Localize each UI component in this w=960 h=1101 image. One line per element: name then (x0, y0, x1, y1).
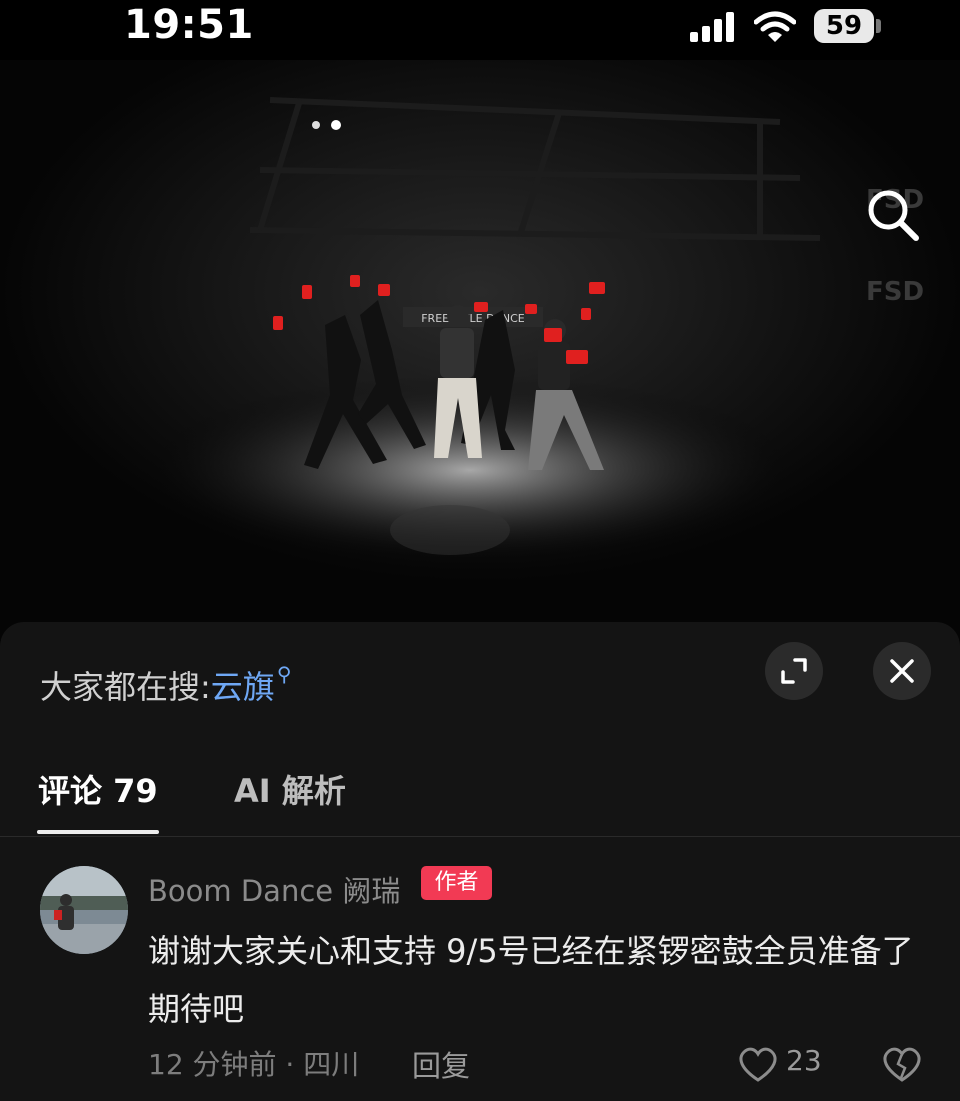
comment-sheet: 大家都在搜:云旗 ⚲ 评论 79 AI 解析 Boom Dance 阙瑞 作者 … (0, 622, 960, 1101)
like-count: 23 (786, 1044, 822, 1077)
tab-comments[interactable]: 评论 79 (38, 766, 158, 812)
wall-logo-2: FSD (866, 277, 924, 307)
battery-indicator: 59 (814, 9, 874, 43)
avatar[interactable] (40, 866, 128, 954)
tab-ai-analysis[interactable]: AI 解析 (234, 766, 346, 812)
comment-text: 谢谢大家关心和支持 9/5号已经在紧锣密鼓全员准备了 期待吧 (148, 932, 914, 1028)
trending-search[interactable]: 大家都在搜:云旗 ⚲ (40, 662, 291, 708)
dislike-heart-icon[interactable] (880, 1044, 924, 1084)
active-tab-indicator (37, 830, 159, 834)
author-badge: 作者 (421, 866, 492, 900)
status-bar: 19:51 59 (0, 0, 960, 60)
expand-button[interactable] (765, 642, 823, 700)
comment-tabs: 评论 79 AI 解析 (0, 762, 960, 837)
close-button[interactable] (873, 642, 931, 700)
cellular-signal-icon (690, 12, 734, 42)
keyword-search-icon: ⚲ (276, 662, 292, 686)
wifi-icon (754, 11, 796, 42)
comment-item: Boom Dance 阙瑞 作者 谢谢大家关心和支持 9/5号已经在紧锣密鼓全员… (0, 838, 960, 1101)
trending-keyword[interactable]: 云旗 (211, 668, 275, 706)
avatar-image (40, 866, 128, 954)
video-player[interactable]: FREESTYLE DANCE FSD FSD (0, 60, 960, 640)
like-heart-icon[interactable] (736, 1044, 780, 1084)
comment-meta: 12 分钟前 · 四川 (148, 1048, 360, 1081)
status-time: 19:51 (124, 2, 254, 48)
video-banner-text: FREESTYLE DANCE (421, 312, 525, 325)
search-icon[interactable] (858, 180, 928, 250)
video-frame: FREESTYLE DANCE FSD FSD (0, 60, 960, 640)
expand-icon (781, 658, 807, 684)
comment-author[interactable]: Boom Dance 阙瑞 (148, 868, 400, 910)
close-icon (890, 659, 914, 683)
reply-button[interactable]: 回复 (412, 1043, 470, 1085)
trending-prefix: 大家都在搜: (40, 668, 211, 706)
battery-tip (876, 19, 881, 33)
